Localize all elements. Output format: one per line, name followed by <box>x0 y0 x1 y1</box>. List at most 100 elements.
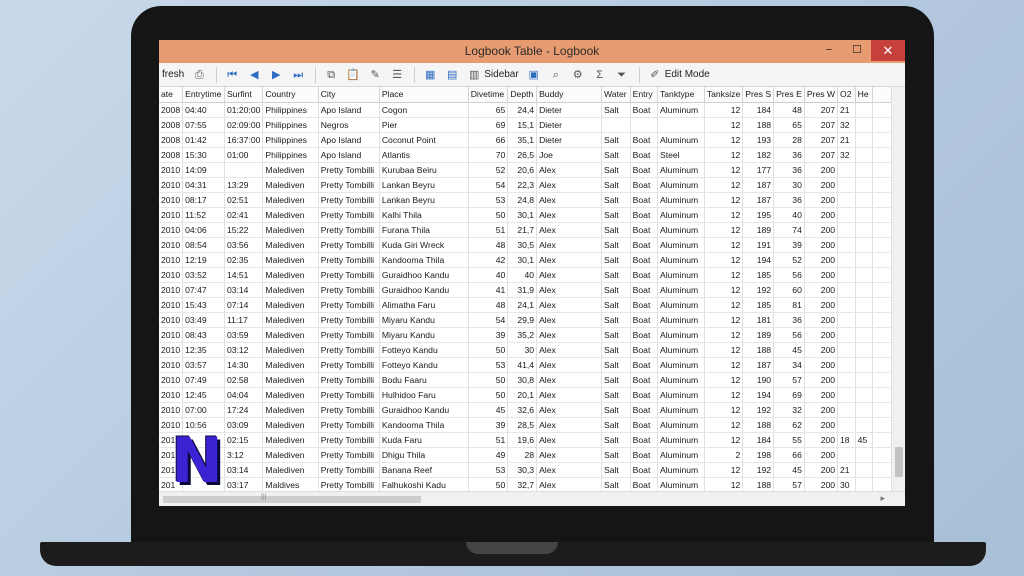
table-cell[interactable]: 2010 <box>159 357 184 373</box>
table-cell[interactable]: Pretty Tombilli <box>318 312 380 328</box>
table-cell[interactable]: Alex <box>536 162 603 178</box>
table-cell[interactable]: Boat <box>630 222 658 238</box>
table-cell[interactable]: Malediven <box>262 342 319 358</box>
table-cell[interactable]: 70 <box>468 147 509 163</box>
table-cell[interactable]: Kalhi Thila <box>379 207 469 223</box>
table-cell[interactable]: 2010 <box>159 162 184 178</box>
table-cell[interactable]: 194 <box>742 387 775 403</box>
table-cell[interactable]: Aluminum <box>657 297 705 313</box>
sidebar-button[interactable]: ▥ Sidebar <box>464 65 521 85</box>
table-cell[interactable]: Salt <box>601 432 631 448</box>
close-button[interactable]: ✕ <box>871 40 905 61</box>
table-cell[interactable]: Fotteyo Kandu <box>379 357 469 373</box>
table-cell[interactable] <box>837 222 856 238</box>
table-cell[interactable]: 15,1 <box>507 117 538 133</box>
table-cell[interactable]: Salt <box>601 207 631 223</box>
table-cell[interactable] <box>837 267 856 283</box>
table-row[interactable]: 2010 07:49 02:58 Malediven Pretty Tombilli Bo… <box>159 372 905 388</box>
table-cell[interactable]: Lankan Beyru <box>379 177 469 193</box>
table-cell[interactable]: 11:52 <box>182 207 225 223</box>
table-cell[interactable]: 187 <box>742 177 775 193</box>
table-cell[interactable] <box>837 372 856 388</box>
table-cell[interactable]: 12 <box>704 432 744 448</box>
table-cell[interactable]: 185 <box>742 267 775 283</box>
table-cell[interactable]: Malediven <box>262 357 319 373</box>
table-cell[interactable]: Atlantis <box>379 147 469 163</box>
table-cell[interactable]: Boat <box>630 207 658 223</box>
table-row[interactable]: 2008 01:42 16:37:00 Philippines Apo Island Co… <box>159 132 905 148</box>
table-cell[interactable]: 65 <box>468 102 509 118</box>
table-cell[interactable]: Alex <box>536 297 603 313</box>
table-cell[interactable]: 60 <box>773 282 805 298</box>
table-cell[interactable]: Boat <box>630 267 658 283</box>
table-cell[interactable]: 2008 <box>159 147 184 163</box>
table-cell[interactable]: Salt <box>601 162 631 178</box>
table-row[interactable]: 2010 04:06 15:22 Malediven Pretty Tombilli Fu… <box>159 222 905 238</box>
table-cell[interactable]: Pretty Tombilli <box>318 297 380 313</box>
table-cell[interactable]: Pretty Tombilli <box>318 462 380 478</box>
table-cell[interactable]: 24,4 <box>507 102 538 118</box>
column-header[interactable]: Tanktype <box>657 87 705 103</box>
table-cell[interactable]: 2010 <box>159 282 184 298</box>
table-cell[interactable]: Alex <box>536 342 603 358</box>
table-cell[interactable]: Boat <box>630 177 658 193</box>
table-cell[interactable]: Salt <box>601 132 631 148</box>
table-cell[interactable]: 03:49 <box>182 312 225 328</box>
table-cell[interactable]: Alex <box>536 402 603 418</box>
grid-view-button[interactable]: ▦ <box>420 65 440 85</box>
table-cell[interactable]: Salt <box>601 267 631 283</box>
table-cell[interactable]: 30,8 <box>507 372 538 388</box>
table-cell[interactable]: Pretty Tombilli <box>318 222 380 238</box>
refresh-button[interactable]: fresh <box>159 65 187 85</box>
table-cell[interactable]: 18 <box>837 432 856 448</box>
table-cell[interactable]: 74 <box>773 222 805 238</box>
table-cell[interactable]: Guraidhoo Kandu <box>379 267 469 283</box>
table-cell[interactable]: 30 <box>773 177 805 193</box>
edit-mode-button[interactable]: ✐ Edit Mode <box>645 65 713 85</box>
table-cell[interactable]: Malediven <box>262 192 319 208</box>
table-cell[interactable]: Malediven <box>262 417 319 433</box>
table-cell[interactable]: Malediven <box>262 312 319 328</box>
table-cell[interactable]: 08:17 <box>182 192 225 208</box>
table-cell[interactable]: Boat <box>630 462 658 478</box>
copy-button[interactable]: ⧉ <box>321 65 341 85</box>
table-cell[interactable]: 03:56 <box>224 237 264 253</box>
table-cell[interactable]: Pretty Tombilli <box>318 372 380 388</box>
table-cell[interactable]: Malediven <box>262 432 319 448</box>
last-record-button[interactable]: ⏭ <box>288 65 308 85</box>
table-cell[interactable]: 62 <box>773 417 805 433</box>
column-header[interactable]: Water <box>601 87 631 103</box>
table-cell[interactable] <box>855 177 874 193</box>
table-cell[interactable]: 45 <box>855 432 874 448</box>
table-cell[interactable]: 207 <box>804 147 839 163</box>
table-cell[interactable]: Dieter <box>536 102 603 118</box>
table-cell[interactable] <box>855 327 874 343</box>
table-cell[interactable] <box>855 162 874 178</box>
table-cell[interactable]: Malediven <box>262 372 319 388</box>
table-cell[interactable]: 12 <box>704 387 744 403</box>
table-cell[interactable]: 56 <box>773 267 805 283</box>
table-cell[interactable]: 39 <box>468 417 509 433</box>
table-cell[interactable]: 49 <box>468 447 509 463</box>
table-cell[interactable]: 07:49 <box>182 372 225 388</box>
table-cell[interactable]: 2010 <box>159 312 184 328</box>
table-cell[interactable]: Pier <box>379 117 469 133</box>
table-cell[interactable]: Dieter <box>536 132 603 148</box>
table-cell[interactable]: 03:17 <box>224 477 264 491</box>
table-cell[interactable]: Salt <box>601 147 631 163</box>
table-cell[interactable]: Pretty Tombilli <box>318 387 380 403</box>
table-cell[interactable]: 53 <box>468 462 509 478</box>
table-cell[interactable]: Banana Reef <box>379 462 469 478</box>
table-cell[interactable]: Alex <box>536 192 603 208</box>
table-cell[interactable]: 184 <box>742 432 775 448</box>
table-cell[interactable]: 2008 <box>159 132 184 148</box>
table-cell[interactable]: 200 <box>804 462 839 478</box>
table-cell[interactable]: 12 <box>704 312 744 328</box>
table-cell[interactable] <box>837 297 856 313</box>
table-cell[interactable]: 03:14 <box>224 282 264 298</box>
table-cell[interactable]: 41 <box>468 282 509 298</box>
table-cell[interactable]: 12 <box>704 372 744 388</box>
table-cell[interactable] <box>855 192 874 208</box>
table-cell[interactable] <box>224 162 264 178</box>
table-cell[interactable]: 51 <box>468 222 509 238</box>
